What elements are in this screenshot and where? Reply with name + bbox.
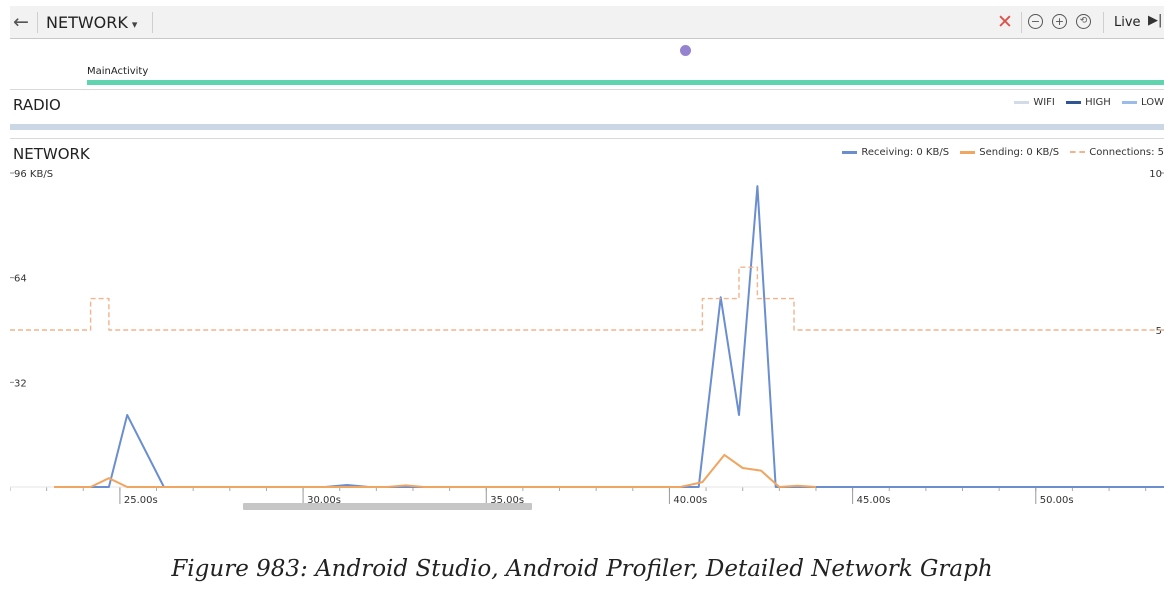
x-tick-label: 40.00s bbox=[673, 495, 707, 506]
series-line-connections bbox=[10, 266, 1164, 331]
legend-swatch bbox=[960, 150, 976, 154]
toolbar-separator bbox=[1021, 12, 1022, 33]
toolbar-separator bbox=[152, 12, 153, 33]
legend-item-high: HIGH bbox=[1066, 97, 1111, 108]
legend-item-wifi: WIFI bbox=[1014, 97, 1055, 108]
live-button[interactable]: Live bbox=[1114, 15, 1141, 30]
legend-label: HIGH bbox=[1085, 97, 1111, 108]
legend-item-connections: Connections: 5 bbox=[1070, 147, 1164, 158]
zoom-out-icon[interactable]: − bbox=[1028, 14, 1043, 29]
divider bbox=[10, 138, 1164, 139]
activity-event-dot[interactable] bbox=[680, 45, 691, 56]
x-tick-label: 25.00s bbox=[124, 495, 158, 506]
legend-swatch bbox=[842, 150, 858, 154]
radio-state-band[interactable] bbox=[10, 124, 1164, 130]
legend-item-low: LOW bbox=[1122, 97, 1164, 108]
legend-swatch bbox=[1066, 100, 1082, 104]
activity-lifecycle-bar[interactable] bbox=[87, 80, 1164, 85]
radio-title: RADIO bbox=[13, 96, 61, 114]
y-tick-label-left: 64 bbox=[14, 274, 27, 285]
legend-swatch bbox=[1070, 151, 1086, 153]
back-arrow-icon[interactable]: ← bbox=[13, 10, 29, 34]
legend-swatch bbox=[1122, 100, 1138, 104]
stop-session-close-icon[interactable]: ✕ bbox=[997, 11, 1013, 33]
x-tick-label: 50.00s bbox=[1040, 495, 1074, 506]
y-tick-label-right: 5 bbox=[1156, 326, 1162, 337]
divider bbox=[10, 89, 1164, 90]
legend-swatch bbox=[1014, 100, 1030, 104]
reset-zoom-icon[interactable]: ⟲ bbox=[1076, 14, 1091, 29]
series-line-receiving bbox=[54, 185, 1164, 488]
legend-label: Receiving: 0 KB/S bbox=[861, 147, 950, 158]
legend-label: LOW bbox=[1141, 97, 1164, 108]
x-tick-label: 45.00s bbox=[857, 495, 891, 506]
toolbar: ← NETWORK ▾ ✕ − + ⟲ Live ▶| bbox=[10, 6, 1164, 39]
legend-label: Sending: 0 KB/S bbox=[979, 147, 1060, 158]
legend-item-sending: Sending: 0 KB/S bbox=[960, 147, 1059, 158]
y-tick-label-left: 96 KB/S bbox=[14, 169, 53, 180]
zoom-in-icon[interactable]: + bbox=[1052, 14, 1067, 29]
toolbar-separator bbox=[37, 12, 38, 33]
network-title: NETWORK bbox=[13, 145, 90, 163]
legend-item-receiving: Receiving: 0 KB/S bbox=[842, 147, 949, 158]
chevron-down-icon: ▾ bbox=[131, 18, 138, 31]
profiler-selector-dropdown[interactable]: NETWORK ▾ bbox=[46, 13, 137, 32]
legend-label: Connections: 5 bbox=[1089, 147, 1164, 158]
figure-caption: Figure 983: Android Studio, Android Prof… bbox=[171, 556, 993, 582]
legend-label: WIFI bbox=[1033, 97, 1055, 108]
radio-legend: WIFI HIGH LOW bbox=[1006, 97, 1164, 108]
y-tick-label-right: 10 bbox=[1149, 169, 1162, 180]
skip-to-end-icon[interactable]: ▶| bbox=[1148, 13, 1162, 28]
y-tick-label-left: 32 bbox=[14, 378, 27, 389]
activity-label: MainActivity bbox=[87, 66, 149, 77]
toolbar-separator bbox=[1103, 12, 1104, 33]
timeline-scrollbar[interactable] bbox=[243, 503, 532, 510]
profiler-window: ← NETWORK ▾ ✕ − + ⟲ Live ▶| MainActivity … bbox=[10, 6, 1164, 511]
network-legend: Receiving: 0 KB/S Sending: 0 KB/S Connec… bbox=[834, 147, 1164, 158]
network-chart[interactable]: 96 KB/S643210525.00s 30.00s 35.00s 40.00s 45… bbox=[10, 166, 1164, 511]
profiler-selector-label: NETWORK bbox=[46, 13, 128, 32]
